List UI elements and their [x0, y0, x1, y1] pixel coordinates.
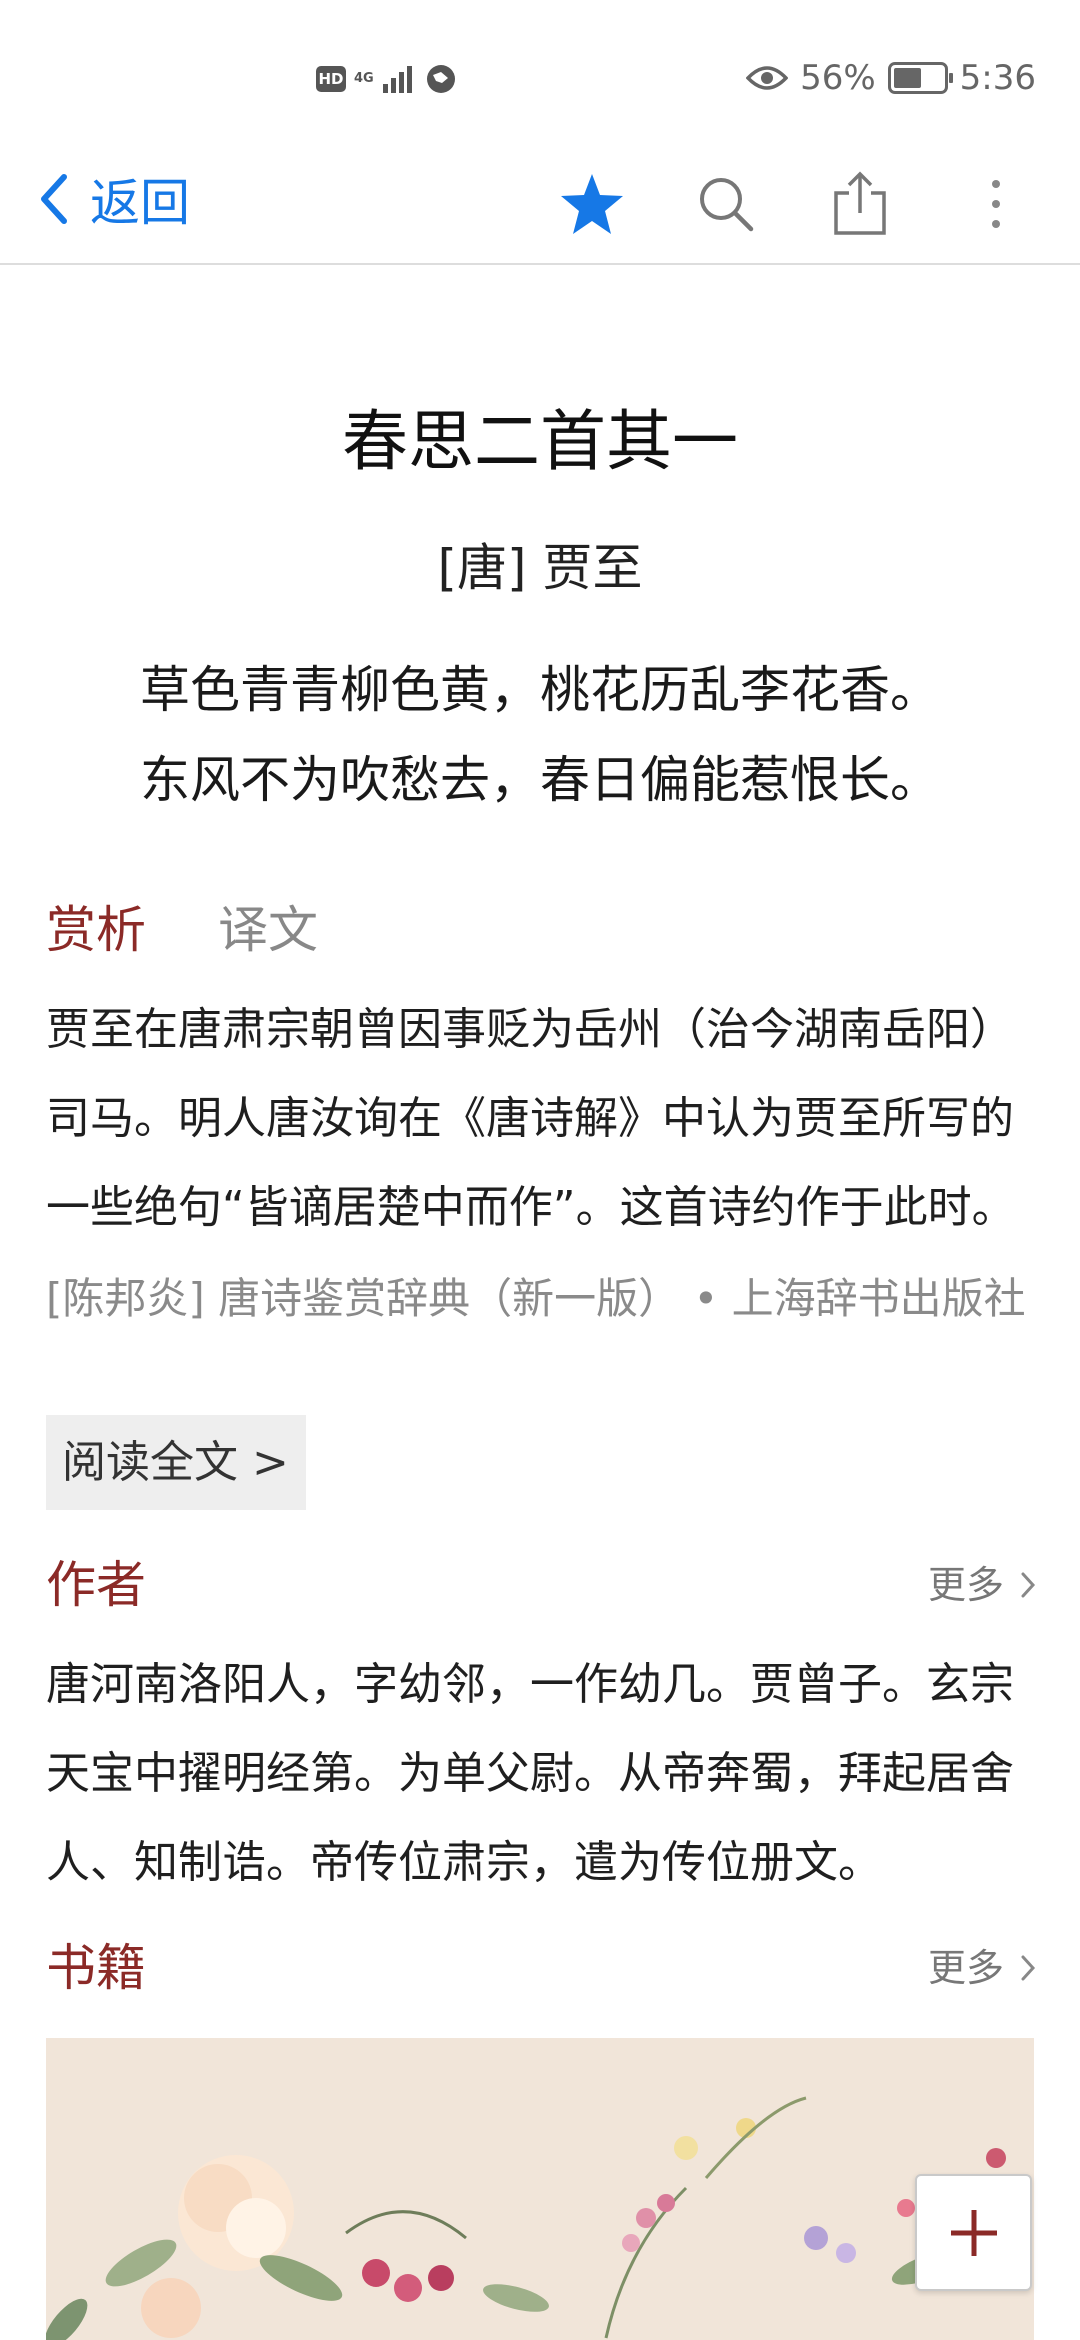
poem-author: [唐] 贾至 [437, 539, 643, 597]
status-left: HD 4G [316, 60, 458, 98]
vpn-globe-icon [426, 65, 455, 93]
flower-painting [46, 2038, 1034, 2340]
star-icon [561, 174, 623, 234]
poem-title: 春思二首其一 [342, 403, 738, 480]
status-bar: HD 4G 56% 5:36 [0, 0, 1080, 150]
back-chevron-icon [41, 174, 67, 224]
chevron-right-icon [1021, 1955, 1036, 1981]
clock: 5:36 [959, 58, 1036, 98]
add-button[interactable] [915, 2174, 1032, 2291]
books-section-title: 书籍 [46, 1939, 146, 1997]
more-vertical-icon [992, 180, 1000, 228]
author-section-title: 作者 [46, 1556, 146, 1614]
battery-fill [893, 68, 921, 88]
favorite-button[interactable] [552, 164, 632, 244]
search-button[interactable] [686, 164, 766, 244]
tab-appreciation[interactable]: 赏析 [46, 890, 146, 962]
battery-percent: 56% [800, 58, 876, 98]
back-button[interactable]: 返回 [38, 164, 190, 234]
tab-translation[interactable]: 译文 [218, 890, 318, 962]
data-icon: 4G [354, 72, 374, 86]
battery-icon [887, 62, 953, 94]
author-more-link[interactable]: 更多 [928, 1550, 1036, 1620]
poem-line: 东风不为吹愁去，春日偏能惹恨长。 [140, 751, 940, 809]
more-label: 更多 [927, 1946, 1004, 1990]
books-more-link[interactable]: 更多 [928, 1933, 1036, 2003]
network-type: 4G [354, 71, 374, 86]
share-button[interactable] [820, 164, 900, 244]
chevron-right-icon [1021, 1572, 1036, 1598]
content-tabs: 赏析 译文 [46, 890, 318, 962]
plus-icon [950, 2209, 997, 2256]
back-label: 返回 [90, 174, 190, 232]
search-icon [700, 178, 754, 232]
author-section-header: 作者 更多 [46, 1550, 1036, 1620]
poem-line: 草色青青柳色黄，桃花历乱李花香。 [140, 661, 940, 719]
signal-icon [382, 66, 412, 93]
author-bio-text[interactable]: 唐河南洛阳人，字幼邻，一作幼几。贾曾子。玄宗天宝中擢明经第。为单父尉。从帝奔蜀，… [46, 1640, 1026, 1907]
eye-icon [746, 66, 789, 90]
nav-bar: 返回 [0, 150, 1080, 265]
status-right: 56% 5:36 [746, 56, 1036, 100]
more-label: 更多 [927, 1563, 1004, 1607]
more-options-button[interactable] [956, 164, 1036, 244]
appreciation-source[interactable]: [陈邦炎] 唐诗鉴赏辞典（新一版） • 上海辞书出版社 [46, 1270, 1036, 1328]
poem-detail-page: HD 4G 56% 5:36 返回 春思二首其一 [唐] 贾至 草色青青柳色黄，… [0, 0, 1080, 2340]
read-full-button[interactable]: 阅读全文 > [46, 1415, 306, 1510]
share-icon [834, 171, 886, 235]
hd-icon: HD [316, 66, 346, 92]
book-cover-image[interactable] [46, 2038, 1034, 2340]
books-section-header: 书籍 更多 [46, 1933, 1036, 2003]
appreciation-text[interactable]: 贾至在唐肃宗朝曾因事贬为岳州（治今湖南岳阳）司马。明人唐汝询在《唐诗解》中认为贾… [46, 985, 1026, 1252]
poem-body: 草色青青柳色黄，桃花历乱李花香。 东风不为吹愁去，春日偏能惹恨长。 [0, 645, 1080, 825]
